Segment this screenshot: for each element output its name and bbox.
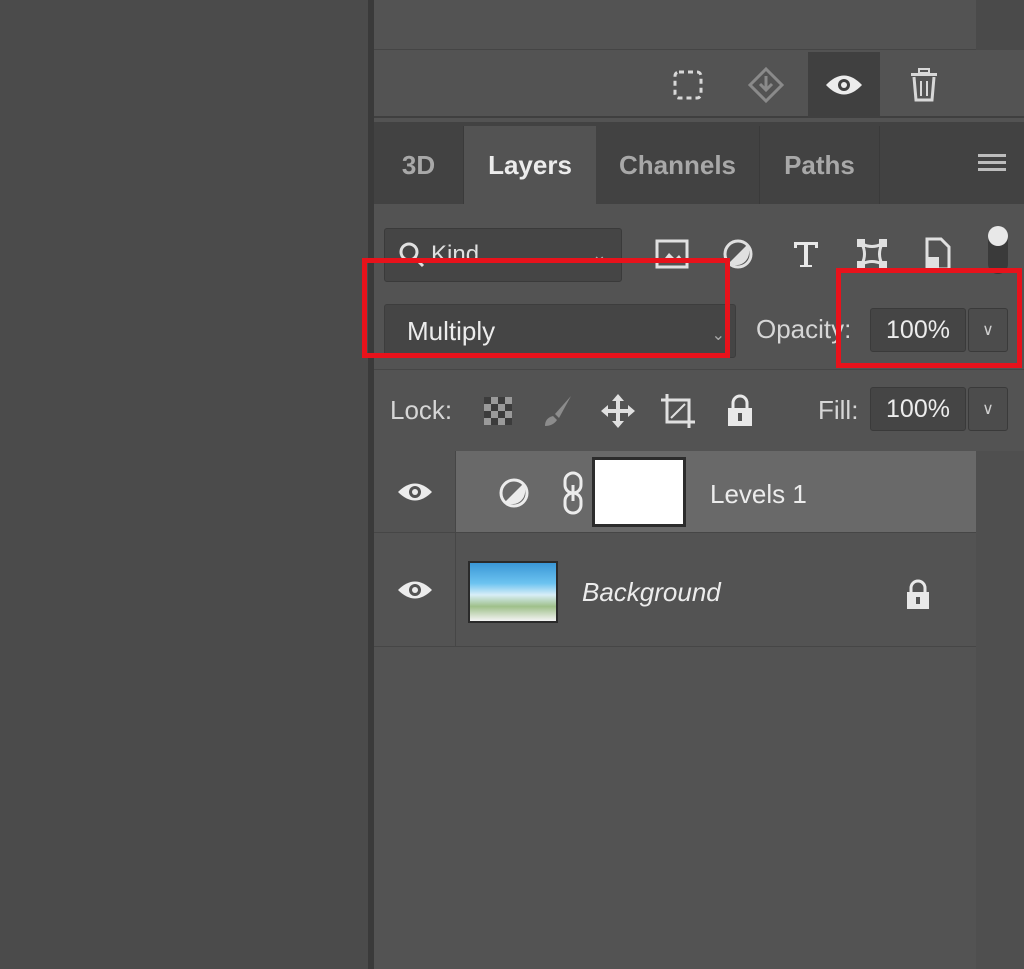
toggle-visibility-button[interactable] [808, 52, 880, 118]
chevron-down-icon: ∨ [982, 401, 994, 418]
layer-row-background[interactable]: Background [374, 533, 976, 647]
properties-panel-body [374, 0, 976, 50]
load-selection-button[interactable] [730, 52, 802, 118]
lock-image-pixels-icon[interactable] [538, 391, 578, 431]
tab-3d[interactable]: 3D [374, 126, 464, 204]
adjustment-layer-icon [499, 478, 529, 508]
trash-icon [911, 68, 937, 102]
lock-position-icon[interactable] [598, 391, 638, 431]
lock-all-icon[interactable] [720, 391, 760, 431]
panel-tabs: 3D Layers Channels Paths [374, 122, 1024, 204]
type-filter-icon[interactable] [786, 234, 826, 274]
layer-visibility-toggle[interactable] [374, 533, 456, 646]
fill-dropdown-button[interactable]: ∨ [968, 387, 1008, 431]
lock-artboard-icon[interactable] [658, 391, 698, 431]
panel-menu-icon[interactable] [978, 154, 1006, 175]
selection-mask-icon [673, 70, 703, 100]
tab-paths[interactable]: Paths [760, 126, 880, 204]
lock-transparent-pixels-icon[interactable] [478, 391, 518, 431]
document-canvas [0, 0, 370, 969]
layer-name[interactable]: Levels 1 [710, 479, 807, 510]
layer-visibility-toggle[interactable] [374, 451, 456, 532]
tab-channels[interactable]: Channels [596, 126, 760, 204]
layer-row-levels[interactable]: Levels 1 [374, 451, 976, 533]
selection-mask-button[interactable] [652, 52, 724, 118]
delete-button[interactable] [888, 52, 960, 118]
properties-scrollbar[interactable] [976, 0, 1024, 50]
visibility-eye-icon [826, 75, 862, 95]
blend-mode-highlight [362, 258, 730, 358]
properties-footer [374, 52, 1024, 118]
fill-label: Fill: [818, 395, 859, 425]
lock-row: Lock: Fill: 100% ∨ [374, 371, 1024, 451]
visibility-eye-icon [397, 483, 432, 500]
layer-mask-thumbnail[interactable] [592, 457, 686, 527]
visibility-eye-icon [397, 581, 432, 598]
layer-image-thumbnail[interactable] [468, 561, 558, 623]
layer-body[interactable]: Background [456, 533, 976, 646]
load-selection-icon [747, 66, 785, 104]
tab-layers[interactable]: Layers [464, 126, 596, 204]
layer-lock-icon [907, 579, 929, 609]
layer-name[interactable]: Background [582, 577, 721, 608]
layers-scrollbar[interactable] [976, 451, 1024, 969]
layer-body[interactable]: Levels 1 [456, 451, 976, 532]
fill-input[interactable]: 100% [870, 387, 966, 431]
opacity-highlight [836, 268, 1022, 368]
mask-link-icon[interactable] [562, 471, 584, 515]
lock-label: Lock: [390, 395, 453, 425]
layers-panel: 3D Layers Channels Paths Kind ⌄ Multiply… [374, 0, 1024, 969]
